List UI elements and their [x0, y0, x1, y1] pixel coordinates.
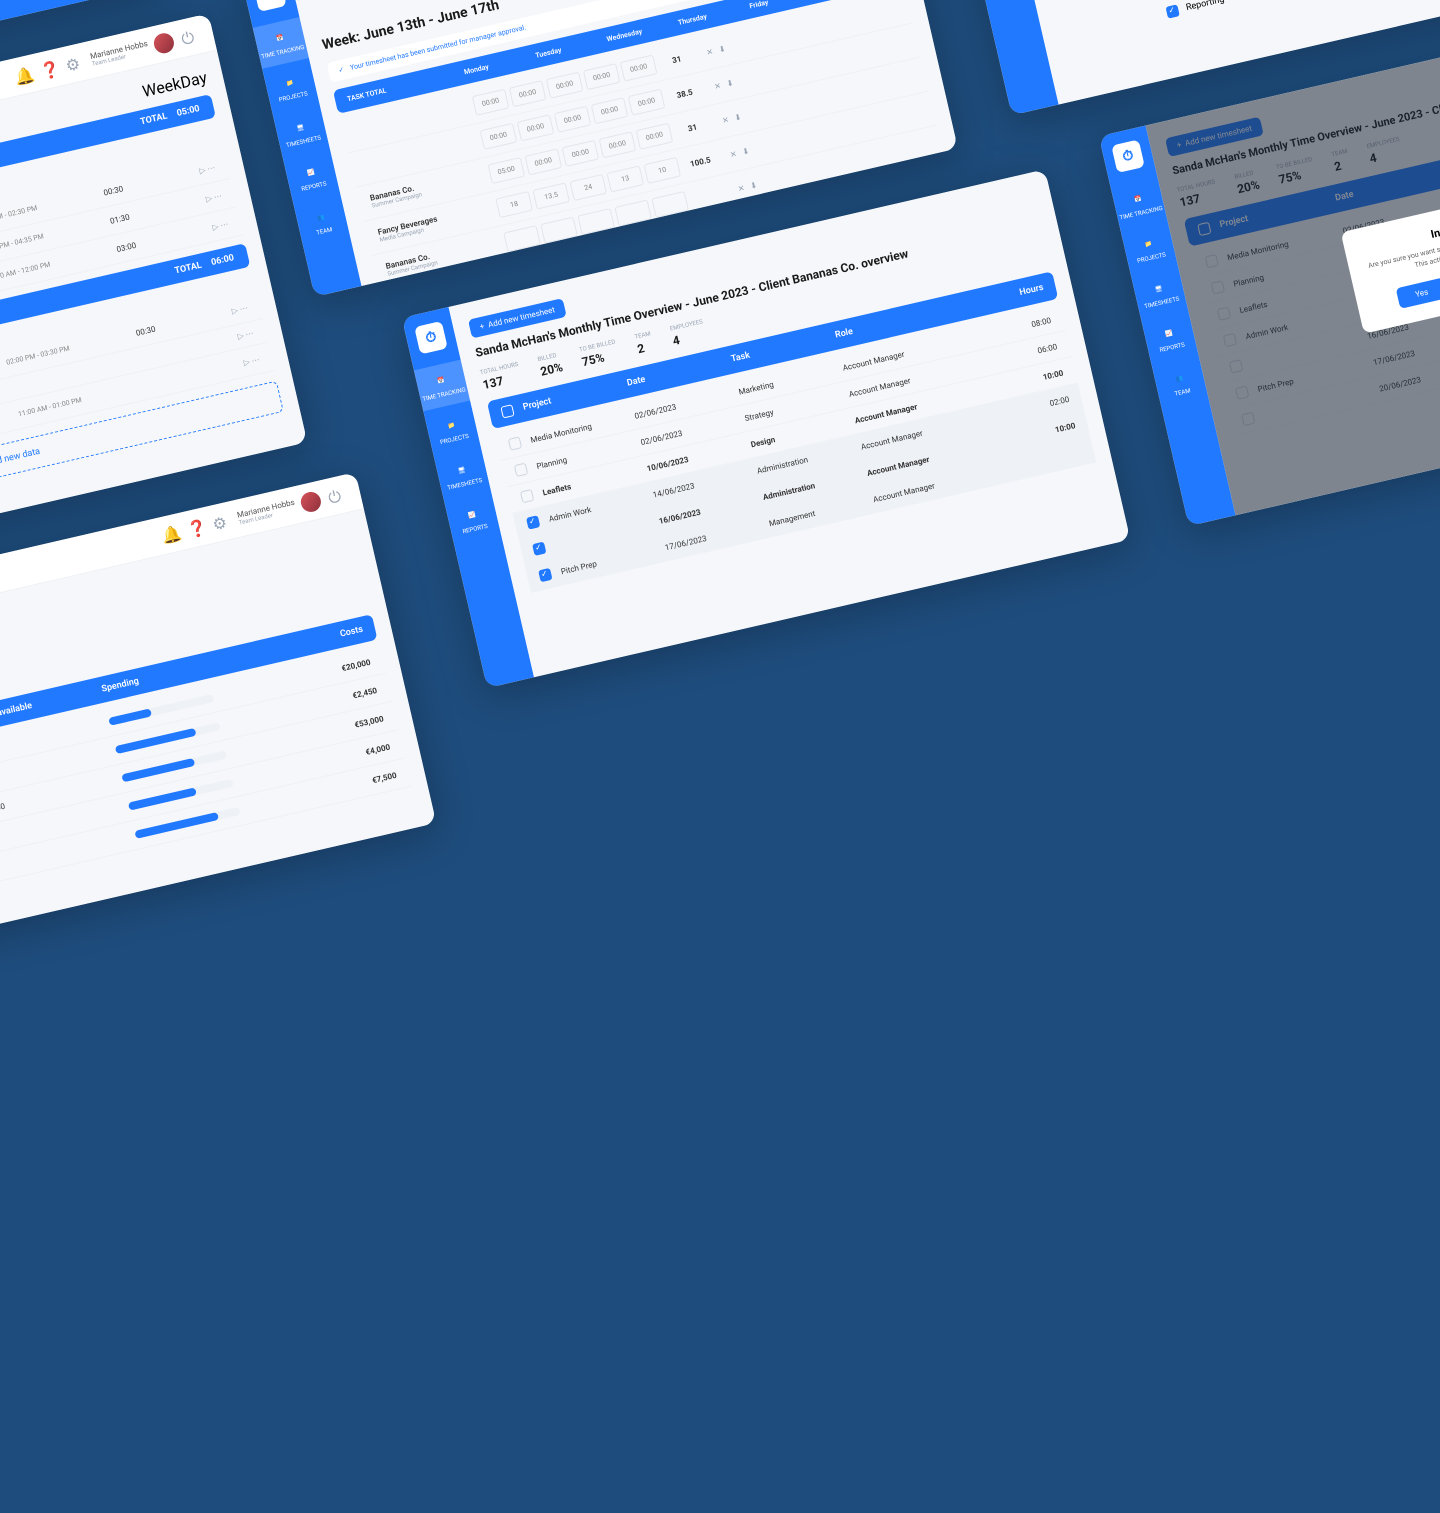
- more-icon[interactable]: ⋯: [251, 354, 261, 365]
- more-icon[interactable]: ⋯: [239, 303, 249, 314]
- hour-cell[interactable]: 13.5: [532, 182, 570, 209]
- task-row[interactable]: Reporting: [1164, 0, 1440, 24]
- hour-cell[interactable]: 18: [495, 191, 533, 218]
- task-checkbox[interactable]: [1165, 4, 1179, 18]
- download-icon[interactable]: ⬇: [749, 180, 758, 190]
- hour-cell[interactable]: 00:00: [628, 89, 666, 116]
- play-icon[interactable]: ▷: [205, 193, 213, 203]
- hour-cell[interactable]: 00:00: [509, 80, 547, 107]
- hour-cell[interactable]: 00:00: [554, 106, 592, 133]
- delete-icon[interactable]: ✕: [729, 149, 738, 159]
- hour-cell[interactable]: 10: [643, 157, 681, 184]
- play-icon[interactable]: ▷: [231, 305, 239, 315]
- hour-cell[interactable]: 05:00: [488, 157, 526, 184]
- download-icon[interactable]: ⬇: [734, 112, 743, 122]
- play-icon[interactable]: ▷: [198, 165, 206, 175]
- download-icon[interactable]: ⬇: [718, 44, 727, 54]
- play-icon[interactable]: ▷: [211, 221, 219, 231]
- hour-cell[interactable]: 13: [606, 165, 644, 192]
- hour-cell[interactable]: 00:00: [636, 123, 674, 150]
- hour-cell[interactable]: [651, 191, 689, 218]
- team-card: ⏱ 📅TIME TRACKING 📁PROJECTS 🔔❓⚙ Marianne …: [0, 472, 436, 967]
- hour-cell[interactable]: 00:00: [599, 131, 637, 158]
- hour-cell[interactable]: [614, 199, 652, 226]
- play-icon[interactable]: ▷: [243, 357, 251, 367]
- more-icon[interactable]: ⋯: [219, 219, 229, 230]
- hour-cell[interactable]: 00:00: [620, 55, 658, 82]
- download-icon[interactable]: ⬇: [741, 146, 750, 156]
- gear-icon[interactable]: ⚙: [64, 53, 86, 75]
- hour-cell[interactable]: 24: [569, 174, 607, 201]
- hour-cell[interactable]: 00:00: [591, 97, 629, 124]
- play-icon[interactable]: ▷: [237, 331, 245, 341]
- modal-yes[interactable]: Yes: [1395, 277, 1440, 308]
- invoice-modal: Invoicing Are you sure you want selected…: [1341, 183, 1440, 333]
- hour-cell[interactable]: [577, 208, 615, 235]
- avatar: [152, 31, 176, 55]
- hour-cell[interactable]: 00:00: [480, 123, 518, 150]
- delete-icon[interactable]: ✕: [721, 115, 730, 125]
- download-icon[interactable]: ⬇: [726, 78, 735, 88]
- hour-cell[interactable]: 00:00: [546, 72, 584, 99]
- delete-icon[interactable]: ✕: [705, 47, 714, 57]
- more-icon[interactable]: ⋯: [213, 191, 223, 202]
- hour-cell[interactable]: 00:00: [517, 114, 555, 141]
- hour-cell[interactable]: 00:00: [562, 140, 600, 167]
- hour-cell[interactable]: 00:00: [583, 63, 621, 90]
- delete-icon[interactable]: ✕: [737, 183, 746, 193]
- hour-cell[interactable]: 00:00: [472, 89, 510, 116]
- more-icon[interactable]: ⋯: [206, 163, 216, 174]
- bell-icon[interactable]: 🔔: [13, 64, 35, 86]
- power-icon[interactable]: ⏻: [179, 26, 201, 48]
- hour-cell[interactable]: [540, 217, 578, 244]
- hour-cell[interactable]: [503, 225, 541, 252]
- daily-card: 🔔 ❓ ⚙ Marianne HobbsTeam Leader ⏻ WeekDa…: [0, 13, 307, 572]
- delete-icon[interactable]: ✕: [713, 81, 722, 91]
- more-icon[interactable]: ⋯: [245, 329, 255, 340]
- hour-cell[interactable]: 00:00: [525, 148, 563, 175]
- help-icon[interactable]: ❓: [38, 58, 60, 80]
